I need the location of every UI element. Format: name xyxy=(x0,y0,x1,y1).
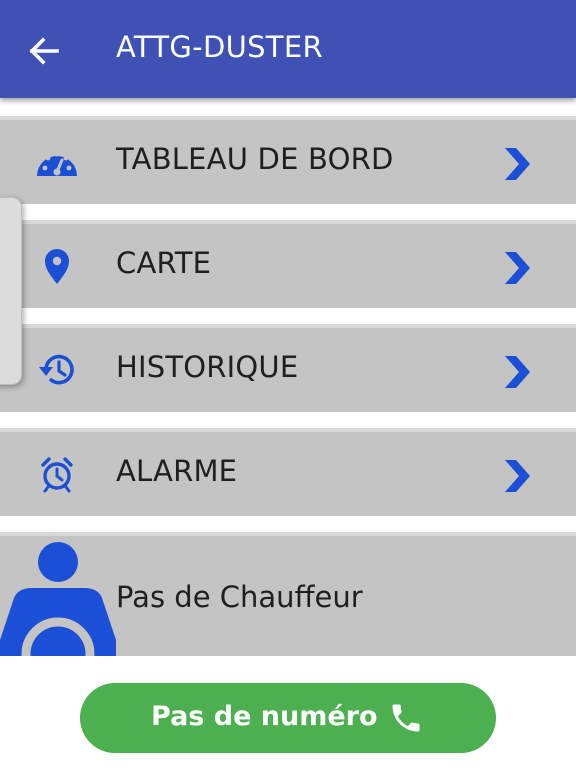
history-icon xyxy=(34,350,80,390)
arrow-left-icon xyxy=(29,37,59,65)
menu-item-label: CARTE xyxy=(116,246,212,280)
menu-item-alarme[interactable]: ALARME xyxy=(0,428,576,516)
phone-icon xyxy=(392,704,420,732)
chevron-right-icon xyxy=(505,148,530,180)
menu-item-historique[interactable]: HISTORIQUE xyxy=(0,324,576,412)
chevron-right-icon xyxy=(505,252,530,284)
back-button[interactable] xyxy=(20,29,70,73)
page-title: ATTG-DUSTER xyxy=(116,30,323,64)
side-drawer-handle[interactable] xyxy=(0,197,22,385)
menu-item-carte[interactable]: CARTE xyxy=(0,220,576,308)
menu-item-tableau-de-bord[interactable]: TABLEAU DE BORD xyxy=(0,116,576,204)
driver-label: Pas de Chauffeur xyxy=(116,580,363,614)
driver-row[interactable]: Pas de Chauffeur xyxy=(0,532,576,656)
menu-item-label: ALARME xyxy=(116,454,238,488)
driver-avatar-icon xyxy=(0,542,116,656)
call-button-label: Pas de numéro xyxy=(151,701,378,732)
chevron-right-icon xyxy=(505,460,530,492)
menu-item-label: TABLEAU DE BORD xyxy=(116,142,394,176)
app-bar: ATTG-DUSTER xyxy=(0,0,576,98)
call-button[interactable]: Pas de numéro xyxy=(80,683,496,753)
alarm-clock-icon xyxy=(34,454,80,494)
menu-item-label: HISTORIQUE xyxy=(116,350,299,384)
chevron-right-icon xyxy=(505,356,530,388)
speedometer-icon xyxy=(34,142,80,182)
map-pin-icon xyxy=(34,246,80,286)
